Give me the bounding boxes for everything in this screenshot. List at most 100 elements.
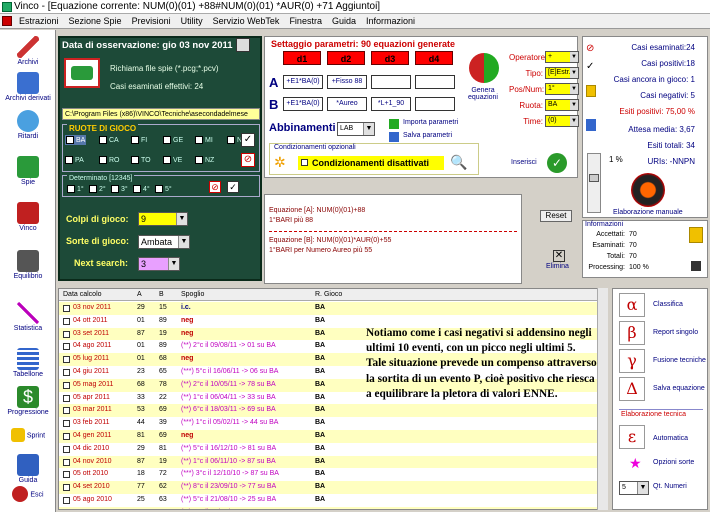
det-clear-icon[interactable]: ⊘ [209,181,221,193]
ruota-fi[interactable]: FI [131,136,147,144]
genera-icon[interactable] [469,53,499,83]
b-d3-field[interactable]: *L+1_90 [371,97,411,111]
menu-informazioni[interactable]: Informazioni [361,16,420,26]
menu-estrazioni[interactable]: Estrazioni [14,16,64,26]
table-row[interactable]: 03 lug 2010 63 59 (**) 2°c il 08/07/10 -> 0… [59,506,597,509]
ruota-ba[interactable]: BA [65,135,87,145]
row-checkbox[interactable] [63,458,70,466]
time-select[interactable]: (0) ▼ [545,115,579,127]
salva-equazione-button[interactable]: Δ [619,377,645,401]
menu-sezione-spie[interactable]: Sezione Spie [64,16,127,26]
sprint-button[interactable]: Sprint [2,428,54,443]
d1-button[interactable]: d1 [283,51,321,65]
a-d3-field[interactable] [371,75,411,89]
ruote-check-all[interactable]: ✓ [241,133,255,147]
inserisci-check-icon[interactable]: ✓ [547,153,567,173]
row-checkbox[interactable] [63,305,70,312]
fusione-button[interactable]: γ [619,349,645,373]
cond-field[interactable]: Condizionamenti disattivati [298,156,444,170]
path-field[interactable]: C:\Program Files (x86)\VINCO\Tecniche\as… [62,108,260,120]
tabellone-button[interactable]: Tabellone [2,348,54,378]
system-menu-icon[interactable] [2,16,12,26]
progressione-button[interactable]: $ Progressione [2,386,54,416]
importa-button[interactable]: Importa parametri [403,119,458,126]
d3-button[interactable]: d3 [371,51,409,65]
slider-thumb[interactable] [589,174,599,182]
classifica-button[interactable]: α [619,293,645,317]
det-3[interactable]: 3° [111,185,128,193]
row-checkbox[interactable] [63,394,70,402]
ruota-ge[interactable]: GE [163,136,183,144]
row-checkbox[interactable] [63,471,70,479]
disk-icon[interactable] [691,261,701,271]
target-icon[interactable] [631,173,665,207]
det-4[interactable]: 4° [133,185,150,193]
statistica-button[interactable]: Statistica [2,302,54,332]
row-checkbox[interactable] [63,381,70,389]
table-row[interactable]: 05 ott 2010 18 72 (***) 3°c il 12/10/10 -> … [59,468,597,481]
reset-button[interactable]: Reset [540,210,572,222]
ruota-select[interactable]: BA ▼ [545,99,579,111]
d4-button[interactable]: d4 [415,51,453,65]
table-scrollbar[interactable] [597,288,608,510]
row-checkbox[interactable] [63,497,70,504]
vinco-button[interactable]: Vinco [2,202,54,232]
report-singolo-button[interactable]: β [619,321,645,345]
row-checkbox[interactable] [63,343,70,351]
det-1[interactable]: 1° [67,185,84,193]
menu-previsioni[interactable]: Previsioni [127,16,176,26]
salva-button[interactable]: Salva parametri [403,132,452,139]
row-checkbox[interactable] [63,356,70,364]
row-checkbox[interactable] [63,330,70,338]
table-row[interactable]: 03 nov 2011 29 15 i.c. BA [59,302,597,315]
guida-button[interactable]: Guida [2,454,54,484]
archivi-derivati-button[interactable]: Archivi derivati [2,72,54,102]
menu-servizio-webtek[interactable]: Servizio WebTek [208,16,285,26]
menu-utility[interactable]: Utility [176,16,208,26]
equilibrio-button[interactable]: Equilibrio [2,250,54,280]
tipo-select[interactable]: [E]Estr. ▼ [545,67,579,79]
qt-numeri-select[interactable]: 5 ▼ [619,481,649,495]
next-search-select[interactable]: 3 ▼ [138,257,180,271]
det-5[interactable]: 5° [155,185,172,193]
a-d1-field[interactable]: +E1*BA(0) [283,75,323,89]
ruota-ro[interactable]: RO [99,156,120,164]
search-icon[interactable]: 🔍 [450,154,467,171]
b-d1-field[interactable]: +E1*BA(0) [283,97,323,111]
table-row[interactable]: 05 ago 2010 25 63 (**) 5°c il 21/08/10 -> 2… [59,494,597,507]
spie-file-button[interactable] [64,58,100,88]
star-icon[interactable]: ★ [629,455,642,472]
pct-slider[interactable] [587,153,601,213]
row-checkbox[interactable] [63,369,70,376]
row-checkbox[interactable] [63,445,70,453]
sorte-select[interactable]: Ambata ▼ [138,235,190,249]
ritardi-button[interactable]: Ritardi [2,110,54,140]
b-d4-field[interactable] [415,97,455,111]
menu-finestra[interactable]: Finestra [284,16,327,26]
row-checkbox[interactable] [63,407,70,415]
automatica-button[interactable]: ε [619,425,645,449]
table-row[interactable]: 04 set 2010 77 62 (**) 8°c il 23/09/10 -> 7… [59,481,597,494]
ruota-mi[interactable]: MI [195,136,213,144]
save-disk-icon[interactable] [236,38,250,52]
ruote-clear-icon[interactable]: ⊘ [241,153,255,167]
a-d4-field[interactable] [415,75,455,89]
ruota-pa[interactable]: PA [65,156,84,164]
close-icon[interactable]: ✕ [553,250,565,262]
menu-guida[interactable]: Guida [327,16,361,26]
colpi-select[interactable]: 9 ▼ [138,212,188,226]
spie-button[interactable]: Spie [2,156,54,186]
row-checkbox[interactable] [63,433,70,440]
row-checkbox[interactable] [63,317,70,325]
archivi-button[interactable]: Archivi [2,36,54,66]
ruota-to[interactable]: TO [131,156,151,164]
row-checkbox[interactable] [63,420,70,428]
operatore-select[interactable]: + ▼ [545,51,579,63]
det-2[interactable]: 2° [89,185,106,193]
a-d2-field[interactable]: +Fisso 88 [327,75,367,89]
ruota-nz[interactable]: NZ [195,156,214,164]
det-check-icon[interactable]: ✓ [227,181,239,193]
posnum-select[interactable]: 1° ▼ [545,83,579,95]
esci-button[interactable]: Esci [2,486,54,503]
ruota-ve[interactable]: VE [163,156,182,164]
